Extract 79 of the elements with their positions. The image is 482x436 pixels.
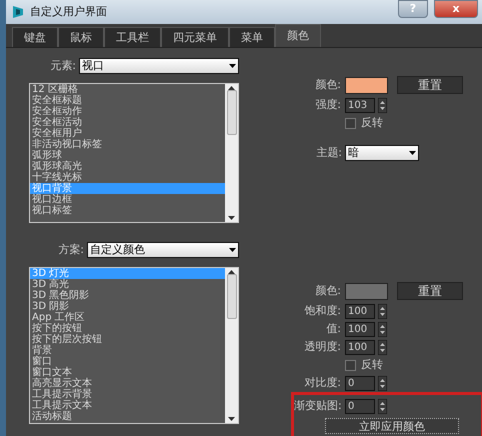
color-swatch[interactable] <box>345 76 388 94</box>
list-item[interactable]: 3D 黑色阴影 <box>30 290 225 300</box>
dropdown-field[interactable]: 视口 <box>79 58 239 74</box>
tab[interactable]: 工具栏 <box>104 27 161 47</box>
dropdown-field[interactable]: 暗 <box>345 145 419 162</box>
list-item[interactable]: 非活动视口标签 <box>30 138 225 150</box>
field-label: 渐变贴图: <box>294 398 343 414</box>
field-label: 强度: <box>314 96 342 113</box>
checkbox[interactable] <box>345 118 356 128</box>
checkbox[interactable] <box>345 360 356 370</box>
tab[interactable]: 键盘 <box>12 27 58 47</box>
tab[interactable]: 鼠标 <box>58 27 104 47</box>
list-item[interactable]: 视口标签 <box>30 204 225 216</box>
spinner-arrows-icon[interactable] <box>378 98 387 112</box>
field-label: 对比度: <box>303 374 342 391</box>
checkbox-label: 反转 <box>361 114 383 131</box>
scrollbar-thumb[interactable] <box>226 90 236 134</box>
list-item[interactable]: 视口边框 <box>30 194 225 204</box>
number-field[interactable]: 100 <box>345 304 375 318</box>
list-item[interactable]: 3D 高光 <box>30 278 225 290</box>
list-item[interactable]: 安全框动作 <box>30 106 225 116</box>
scrollbar[interactable] <box>225 268 238 422</box>
field-label: 饱和度: <box>303 302 342 319</box>
spinner-arrows-icon[interactable] <box>378 304 387 318</box>
list-item[interactable]: App 工作区 <box>30 312 225 322</box>
list-item[interactable]: 十字线光标 <box>30 172 225 182</box>
spinner-arrows-icon[interactable] <box>378 376 387 390</box>
list-item[interactable]: 窗口 <box>30 356 225 366</box>
field-label: 主题: <box>315 145 343 161</box>
number-field[interactable]: 0 <box>345 398 375 414</box>
dropdown-arrow-icon <box>229 248 236 252</box>
checkbox-label: 反转 <box>361 356 383 373</box>
list-item[interactable]: 12 区栅格 <box>30 84 225 94</box>
dropdown-arrow-icon <box>409 151 416 156</box>
list-item[interactable]: 按下的层次按钮 <box>30 334 225 344</box>
list-item[interactable]: 3D 灯光 <box>30 268 225 278</box>
field-label: 颜色: <box>314 76 342 93</box>
list-item[interactable]: 弧形球 <box>30 150 225 160</box>
color-swatch[interactable] <box>345 282 388 300</box>
list-item[interactable]: 工具提示背景 <box>30 388 225 400</box>
tab[interactable]: 颜色 <box>275 24 321 47</box>
list-item[interactable]: 弧形球高光 <box>30 160 225 172</box>
list-item[interactable]: 活动标题 <box>30 410 225 422</box>
spinner-arrows-icon[interactable] <box>378 340 387 354</box>
dropdown-arrow-icon <box>229 64 236 68</box>
spinner-arrows-icon[interactable] <box>378 398 387 414</box>
scroll-down-icon[interactable] <box>228 216 235 220</box>
list-item[interactable]: 高亮显示文本 <box>30 378 225 388</box>
list-item[interactable]: 工具提示文本 <box>30 400 225 410</box>
reset-button[interactable]: 重置 <box>397 76 463 94</box>
list-item[interactable]: 窗口文本 <box>30 366 225 378</box>
scrollbar[interactable] <box>225 84 238 222</box>
dropdown-field[interactable]: 自定义颜色 <box>87 242 239 258</box>
reset-button[interactable]: 重置 <box>397 282 463 300</box>
close-button[interactable]: x <box>434 0 478 18</box>
list-item[interactable]: 安全框活动 <box>30 116 225 128</box>
field-label: 方案: <box>57 242 85 258</box>
field-label: 透明度: <box>303 338 342 355</box>
window-title: 自定义用户界面 <box>30 4 107 20</box>
tab[interactable]: 四元菜单 <box>161 27 229 47</box>
field-label: 颜色: <box>314 282 342 299</box>
number-field[interactable]: 0 <box>345 376 375 390</box>
spinner-arrows-icon[interactable] <box>378 322 387 336</box>
number-field[interactable]: 103 <box>345 98 375 112</box>
scroll-down-icon[interactable] <box>228 416 235 420</box>
list-item[interactable]: 按下的按钮 <box>30 322 225 334</box>
number-field[interactable]: 100 <box>345 340 375 354</box>
list-item[interactable]: 安全框用户 <box>30 128 225 138</box>
field-label: 元素: <box>49 58 77 74</box>
list-item[interactable]: 3D 阴影 <box>30 300 225 312</box>
list-item[interactable]: 视口背景 <box>30 182 225 194</box>
list-item[interactable]: 背景 <box>30 344 225 356</box>
number-field[interactable]: 100 <box>345 322 375 336</box>
tab[interactable]: 菜单 <box>229 27 275 47</box>
scrollbar-thumb[interactable] <box>226 274 236 318</box>
apply-button[interactable]: 立即应用颜色 <box>325 418 459 434</box>
field-label: 值: <box>325 320 342 337</box>
app-icon <box>12 5 24 19</box>
list-item[interactable]: 安全框标题 <box>30 94 225 106</box>
